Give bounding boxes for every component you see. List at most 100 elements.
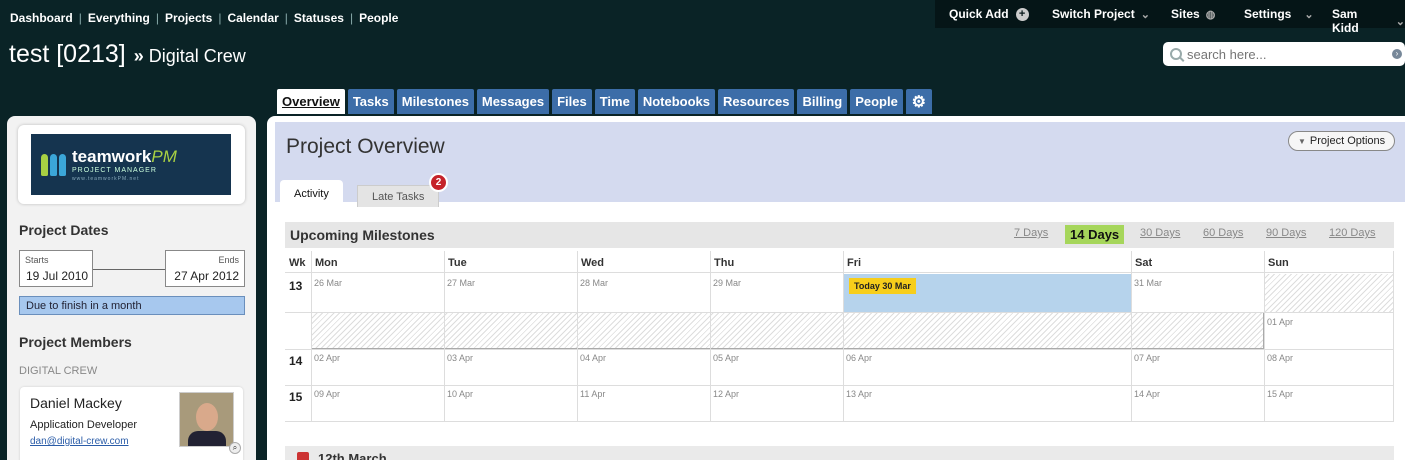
upcoming-milestones-bar: Upcoming Milestones 7 Days 14 Days 30 Da… — [285, 222, 1394, 248]
settings-button[interactable]: Settings ⌄ — [1244, 7, 1314, 21]
day-cell[interactable]: 02 Apr — [314, 353, 340, 363]
day-cell[interactable]: 13 Apr — [846, 389, 872, 399]
day-cell[interactable]: 06 Apr — [846, 353, 872, 363]
day-cell[interactable]: 14 Apr — [1134, 389, 1160, 399]
start-date-label: Starts — [25, 255, 49, 265]
project-options-label: Project Options — [1309, 135, 1386, 147]
nav-projects[interactable]: Projects — [165, 11, 212, 25]
day-cell[interactable]: 27 Mar — [447, 278, 475, 288]
start-date-value: 19 Jul 2010 — [26, 269, 89, 283]
tab-time[interactable]: Time — [594, 89, 635, 114]
tab-late-tasks[interactable]: Late Tasks — [357, 185, 440, 207]
due-status: Due to finish in a month — [19, 296, 245, 315]
nav-separator: | — [155, 11, 159, 25]
chevron-down-icon: ⌄ — [1395, 15, 1405, 28]
range-30-days[interactable]: 30 Days — [1136, 227, 1184, 239]
header-sun: Sun — [1264, 251, 1394, 273]
company-name[interactable]: Digital Crew — [149, 46, 246, 67]
tab-tasks[interactable]: Tasks — [347, 89, 394, 114]
header-wed: Wed — [577, 251, 710, 273]
logo-subtitle: PROJECT MANAGER — [72, 167, 157, 174]
nav-people[interactable]: People — [359, 11, 398, 25]
tab-billing[interactable]: Billing — [797, 89, 848, 114]
plus-icon: + — [1015, 7, 1029, 21]
day-cell[interactable]: 28 Mar — [580, 278, 608, 288]
week-number: 15 — [289, 390, 303, 404]
end-date-value: 27 Apr 2012 — [174, 269, 239, 283]
switch-project-button[interactable]: Switch Project ⌄ — [1052, 7, 1150, 21]
tab-notebooks[interactable]: Notebooks — [637, 89, 715, 114]
day-cell[interactable]: 31 Mar — [1134, 278, 1162, 288]
day-cell[interactable]: 12 Apr — [713, 389, 739, 399]
member-email-link[interactable]: dan@digital-crew.com — [30, 436, 129, 447]
nav-separator: | — [78, 11, 82, 25]
day-cell[interactable]: 07 Apr — [1134, 353, 1160, 363]
tab-messages[interactable]: Messages — [476, 89, 550, 114]
company-logo: teamworkPM PROJECT MANAGER www.teamworkP… — [31, 134, 231, 195]
search-box: › — [1163, 42, 1405, 66]
search-options-icon[interactable]: › — [1392, 49, 1402, 59]
nav-separator: | — [349, 11, 354, 25]
logo-name: teamwork — [72, 147, 152, 166]
header-mon: Mon — [311, 251, 444, 273]
range-7-days[interactable]: 7 Days — [1010, 227, 1052, 239]
gear-icon[interactable]: ⚙ — [905, 89, 932, 114]
nav-statuses[interactable]: Statuses — [294, 11, 344, 25]
tab-people[interactable]: People — [850, 89, 903, 114]
chevron-down-icon: ▼ — [1298, 137, 1306, 146]
day-cell[interactable]: 04 Apr — [580, 353, 606, 363]
top-nav: Dashboard | Everything | Projects | Calenda… — [10, 11, 398, 25]
avatar[interactable] — [179, 392, 234, 447]
hatched-row — [311, 312, 1264, 349]
overview-header: Project Overview ▼ Project Options Activi… — [275, 122, 1405, 208]
tab-resources[interactable]: Resources — [717, 89, 795, 114]
settings-label: Settings — [1244, 7, 1292, 21]
end-date-box: Ends 27 Apr 2012 — [165, 250, 245, 287]
week-number: 14 — [289, 354, 303, 368]
nav-dashboard[interactable]: Dashboard — [10, 11, 73, 25]
tab-files[interactable]: Files — [552, 89, 592, 114]
range-60-days[interactable]: 60 Days — [1199, 227, 1247, 239]
day-cell[interactable]: 01 Apr — [1267, 317, 1293, 327]
chevron-down-icon: ⌄ — [1304, 8, 1314, 21]
day-cell[interactable]: 15 Apr — [1267, 389, 1293, 399]
quick-add-button[interactable]: Quick Add + — [949, 7, 1029, 21]
activity-date: 12th March — [318, 451, 387, 460]
day-cell[interactable]: 10 Apr — [447, 389, 473, 399]
magnifier-icon[interactable]: ⌕ — [229, 442, 241, 454]
day-cell[interactable]: 26 Mar — [314, 278, 342, 288]
search-input[interactable] — [1187, 46, 1387, 62]
header-sat: Sat — [1131, 251, 1264, 273]
member-card: Daniel Mackey Application Developer dan@… — [20, 387, 243, 460]
activity-date-header: 12th March — [285, 446, 1394, 460]
project-title: test [0213] » Digital Crew — [9, 40, 246, 69]
day-cell[interactable]: 05 Apr — [713, 353, 739, 363]
header-tue: Tue — [444, 251, 577, 273]
switch-project-label: Switch Project — [1052, 7, 1135, 21]
upcoming-milestones-heading: Upcoming Milestones — [290, 227, 435, 243]
sidebar: teamworkPM PROJECT MANAGER www.teamworkP… — [7, 116, 256, 460]
quick-add-label: Quick Add — [949, 7, 1009, 21]
day-cell[interactable]: 09 Apr — [314, 389, 340, 399]
logo-accent: PM — [151, 147, 177, 166]
chevron-down-icon: ⌄ — [1140, 8, 1150, 21]
nav-separator: | — [218, 11, 222, 25]
user-menu-button[interactable]: Sam Kidd ⌄ — [1332, 7, 1405, 35]
nav-calendar[interactable]: Calendar — [227, 11, 278, 25]
tab-overview[interactable]: Overview — [277, 89, 345, 114]
day-cell[interactable]: 29 Mar — [713, 278, 741, 288]
range-90-days[interactable]: 90 Days — [1262, 227, 1310, 239]
project-options-button[interactable]: ▼ Project Options — [1288, 131, 1396, 151]
tab-milestones[interactable]: Milestones — [396, 89, 474, 114]
range-14-days[interactable]: 14 Days — [1065, 225, 1125, 244]
header-fri: Fri — [843, 251, 1131, 273]
sites-button[interactable]: Sites ◍ — [1171, 7, 1215, 21]
week-number: 13 — [289, 279, 303, 293]
range-120-days[interactable]: 120 Days — [1325, 227, 1379, 239]
nav-everything[interactable]: Everything — [88, 11, 150, 25]
tab-activity[interactable]: Activity — [280, 180, 343, 208]
day-cell[interactable]: 03 Apr — [447, 353, 473, 363]
account-bar: Quick Add + Switch Project ⌄ Sites ◍ Set… — [935, 0, 1405, 35]
day-cell[interactable]: 08 Apr — [1267, 353, 1293, 363]
day-cell[interactable]: 11 Apr — [580, 389, 605, 399]
